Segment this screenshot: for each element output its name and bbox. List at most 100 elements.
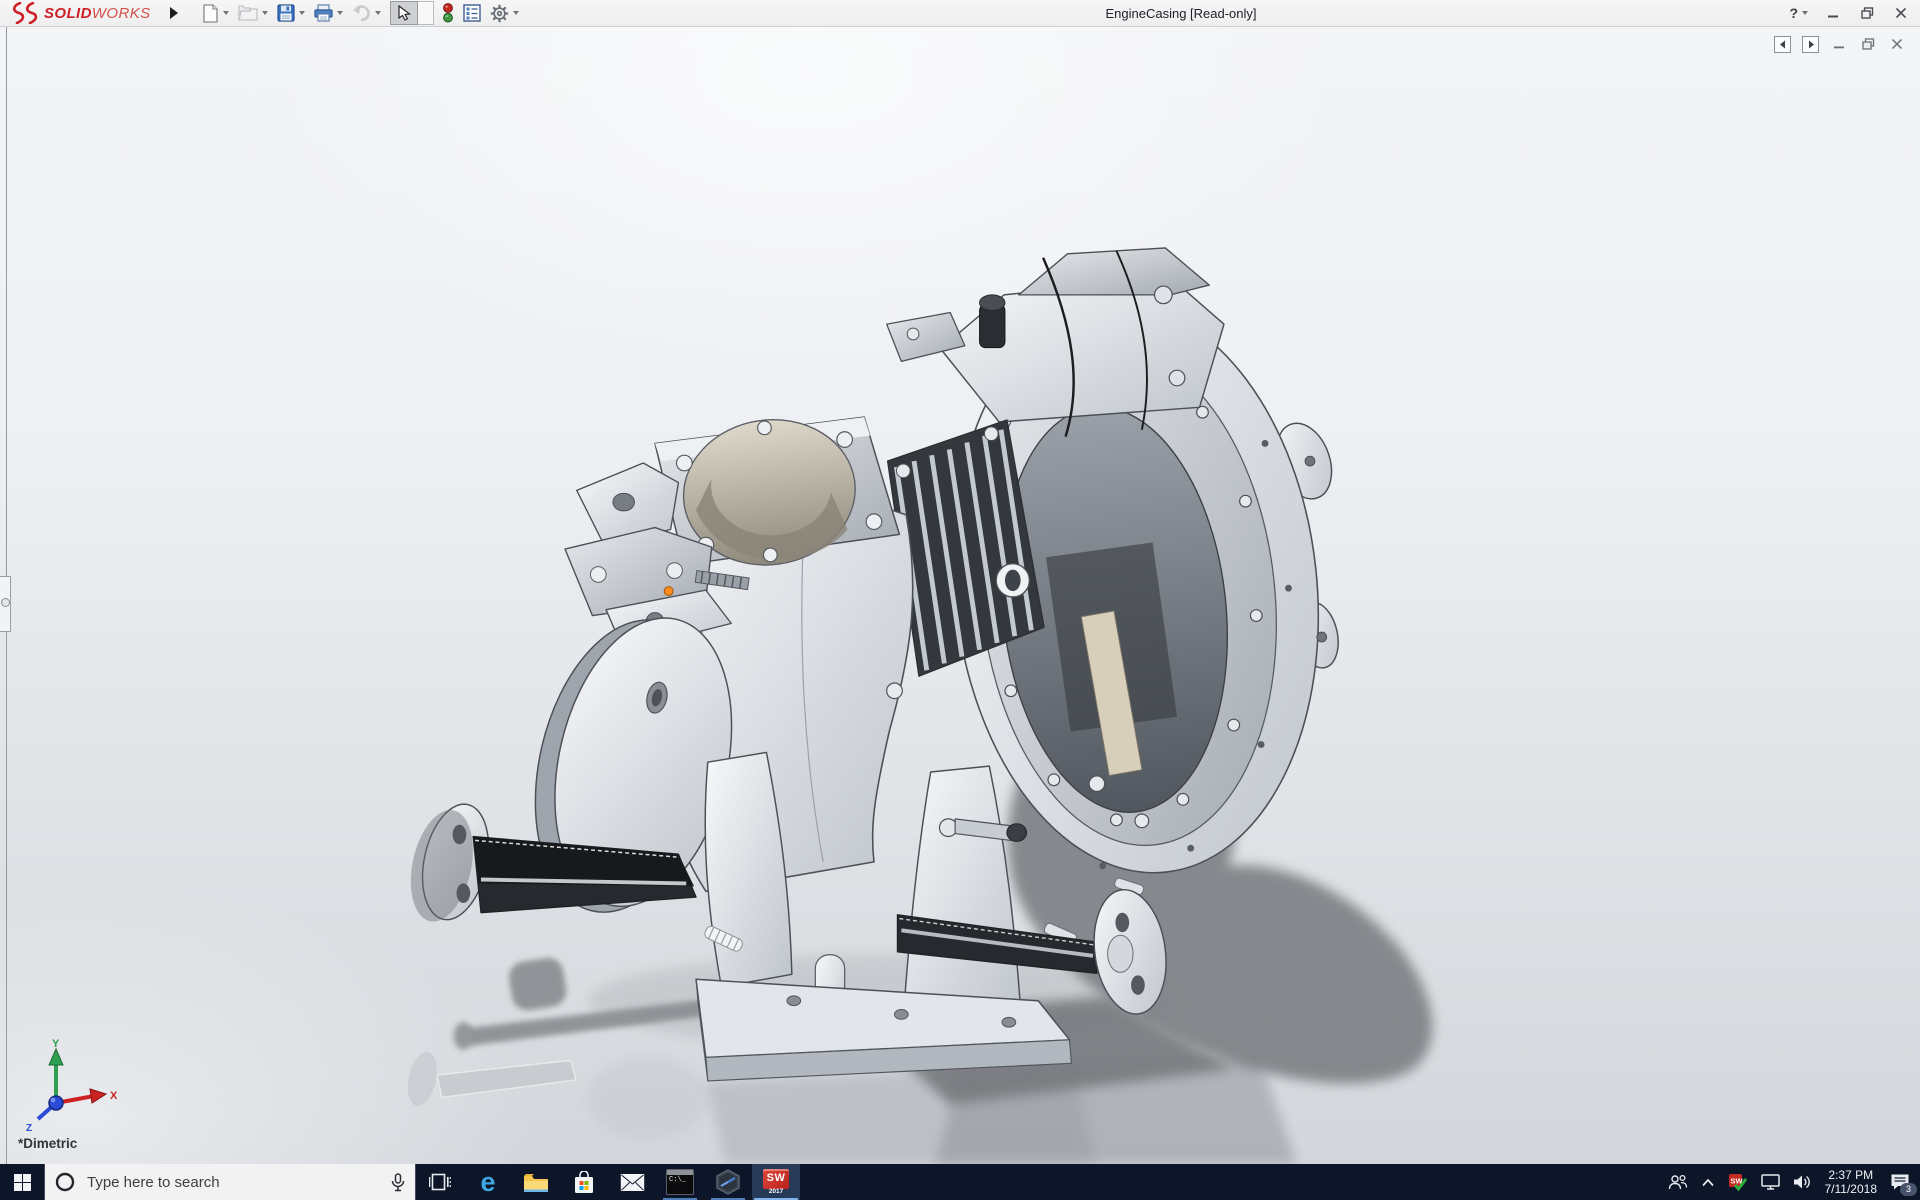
panel-knob-icon bbox=[1, 598, 10, 607]
select-tool-group bbox=[390, 1, 434, 25]
sw-letters: SW bbox=[766, 1172, 786, 1184]
document-properties-icon bbox=[463, 4, 481, 22]
command-prompt-icon[interactable]: C:\_ bbox=[656, 1164, 704, 1200]
cmd-prompt-text: C:\_ bbox=[669, 1176, 686, 1184]
store-icon[interactable] bbox=[560, 1164, 608, 1200]
task-view-icon bbox=[429, 1173, 451, 1191]
taskbar-clock[interactable]: 2:37 PM 7/11/2018 bbox=[1825, 1168, 1878, 1196]
search-input[interactable] bbox=[85, 1172, 381, 1192]
dropdown-caret[interactable] bbox=[375, 11, 381, 15]
floppy-icon bbox=[277, 4, 295, 22]
cursor-icon bbox=[397, 5, 411, 21]
doc-restore-button[interactable] bbox=[1859, 35, 1877, 53]
app-restore-button[interactable] bbox=[1858, 4, 1876, 22]
arrow-right-icon bbox=[1808, 40, 1814, 48]
triad-x-label: X bbox=[110, 1090, 118, 1102]
notification-badge: 3 bbox=[1900, 1183, 1917, 1196]
envelope-icon bbox=[620, 1173, 644, 1191]
printer-icon bbox=[314, 4, 333, 22]
solidworks-taskbar-icon[interactable]: SW 2017 bbox=[752, 1164, 800, 1200]
start-button[interactable] bbox=[0, 1164, 44, 1200]
cmd-titlebar bbox=[667, 1170, 693, 1175]
featuremanager-collapsed-tab[interactable] bbox=[0, 576, 11, 632]
graphics-viewport[interactable]: Y X Z *Dimetric bbox=[0, 27, 1920, 1164]
select-tool-button[interactable] bbox=[390, 1, 418, 25]
help-dropdown-caret[interactable] bbox=[1802, 11, 1808, 15]
document-window-controls bbox=[1774, 35, 1906, 53]
monitor-icon bbox=[1760, 1174, 1780, 1190]
origin-marker[interactable] bbox=[663, 586, 674, 597]
quick-access-toolbar bbox=[198, 0, 524, 26]
view-orientation-label: *Dimetric bbox=[18, 1136, 78, 1151]
solidworks-monitor-tray-icon[interactable]: SW bbox=[1728, 1173, 1748, 1191]
app-minimize-button[interactable] bbox=[1824, 4, 1842, 22]
triad-y-label: Y bbox=[52, 1038, 60, 1050]
shopping-bag-icon bbox=[575, 1170, 593, 1193]
arrow-left-icon bbox=[1779, 40, 1785, 48]
options-button[interactable] bbox=[486, 1, 523, 26]
close-icon bbox=[1891, 38, 1903, 50]
task-view-button[interactable] bbox=[416, 1164, 464, 1200]
save-button[interactable] bbox=[273, 1, 309, 25]
microphone-icon[interactable] bbox=[391, 1172, 405, 1192]
hexagon-app-icon[interactable] bbox=[704, 1164, 752, 1200]
top-bracket bbox=[886, 247, 1225, 437]
undo-button[interactable] bbox=[348, 2, 385, 24]
app-close-button[interactable] bbox=[1892, 4, 1910, 22]
doc-nav-right-button[interactable] bbox=[1802, 35, 1819, 53]
solidworks-desktop: { "titlebar": { "logo_solid": "SOLID", "… bbox=[0, 0, 1920, 1200]
dropdown-caret[interactable] bbox=[337, 11, 343, 15]
cmd-window-icon: C:\_ bbox=[666, 1169, 694, 1195]
solidworks-logo: SOLIDWORKS bbox=[10, 2, 151, 24]
folder-icon bbox=[238, 4, 258, 21]
dropdown-caret[interactable] bbox=[513, 11, 519, 15]
menu-flyout-button[interactable] bbox=[162, 1, 186, 25]
engine-casing-render[interactable] bbox=[0, 27, 1920, 1164]
print-button[interactable] bbox=[310, 1, 347, 25]
speaker-icon bbox=[1793, 1175, 1810, 1189]
orientation-triad: Y X Z bbox=[26, 1038, 118, 1133]
clock-date: 7/11/2018 bbox=[1824, 1182, 1878, 1196]
cortana-icon bbox=[55, 1172, 75, 1192]
help-label: ? bbox=[1789, 5, 1798, 21]
edge-letter: e bbox=[480, 1166, 496, 1197]
network-icon[interactable] bbox=[1760, 1174, 1780, 1190]
file-explorer-icon[interactable] bbox=[512, 1164, 560, 1200]
taskbar-search[interactable] bbox=[44, 1164, 416, 1200]
flyout-arrow-icon bbox=[170, 7, 178, 19]
solidworks-wordmark: SOLIDWORKS bbox=[44, 4, 151, 22]
doc-close-button[interactable] bbox=[1888, 35, 1906, 53]
dark-hexagon-icon bbox=[716, 1169, 740, 1195]
open-button[interactable] bbox=[234, 2, 272, 25]
dropdown-caret[interactable] bbox=[299, 11, 305, 15]
new-document-button[interactable] bbox=[198, 1, 233, 26]
select-tool-dropdown[interactable] bbox=[418, 1, 434, 25]
sw-year: 2017 bbox=[768, 1188, 784, 1195]
app-titlebar: SOLIDWORKS EngineCasing [Read-only] ? bbox=[0, 0, 1920, 27]
traffic-light-icon bbox=[443, 3, 453, 23]
doc-nav-left-button[interactable] bbox=[1774, 35, 1791, 53]
dropdown-caret[interactable] bbox=[223, 11, 229, 15]
chevron-up-icon bbox=[1701, 1178, 1714, 1186]
people-icon[interactable] bbox=[1668, 1174, 1688, 1190]
people-icon-glyph bbox=[1668, 1174, 1687, 1190]
action-center-button[interactable]: 3 bbox=[1890, 1173, 1917, 1196]
triad-z-label: Z bbox=[26, 1123, 32, 1133]
restore-icon bbox=[1860, 7, 1873, 19]
doc-minimize-button[interactable] bbox=[1830, 35, 1848, 53]
minimize-icon bbox=[1834, 46, 1844, 49]
solidworks-logo-icon bbox=[12, 2, 38, 24]
dropdown-caret[interactable] bbox=[262, 11, 268, 15]
sw-cube-icon: SW 2017 bbox=[761, 1169, 791, 1195]
help-button[interactable]: ? bbox=[1789, 5, 1808, 21]
edge-browser-icon[interactable]: e bbox=[464, 1164, 512, 1200]
tray-overflow-chevron[interactable] bbox=[1701, 1178, 1715, 1187]
system-tray: SW 2:37 PM 7/11/2018 3 bbox=[1668, 1164, 1920, 1200]
clock-time: 2:37 PM bbox=[1828, 1168, 1874, 1182]
file-properties-button[interactable] bbox=[459, 1, 485, 25]
mail-icon[interactable] bbox=[608, 1164, 656, 1200]
rebuild-button[interactable] bbox=[438, 0, 458, 26]
volume-icon[interactable] bbox=[1793, 1174, 1812, 1190]
undo-arrow-icon bbox=[353, 5, 370, 21]
close-icon bbox=[1895, 7, 1907, 19]
